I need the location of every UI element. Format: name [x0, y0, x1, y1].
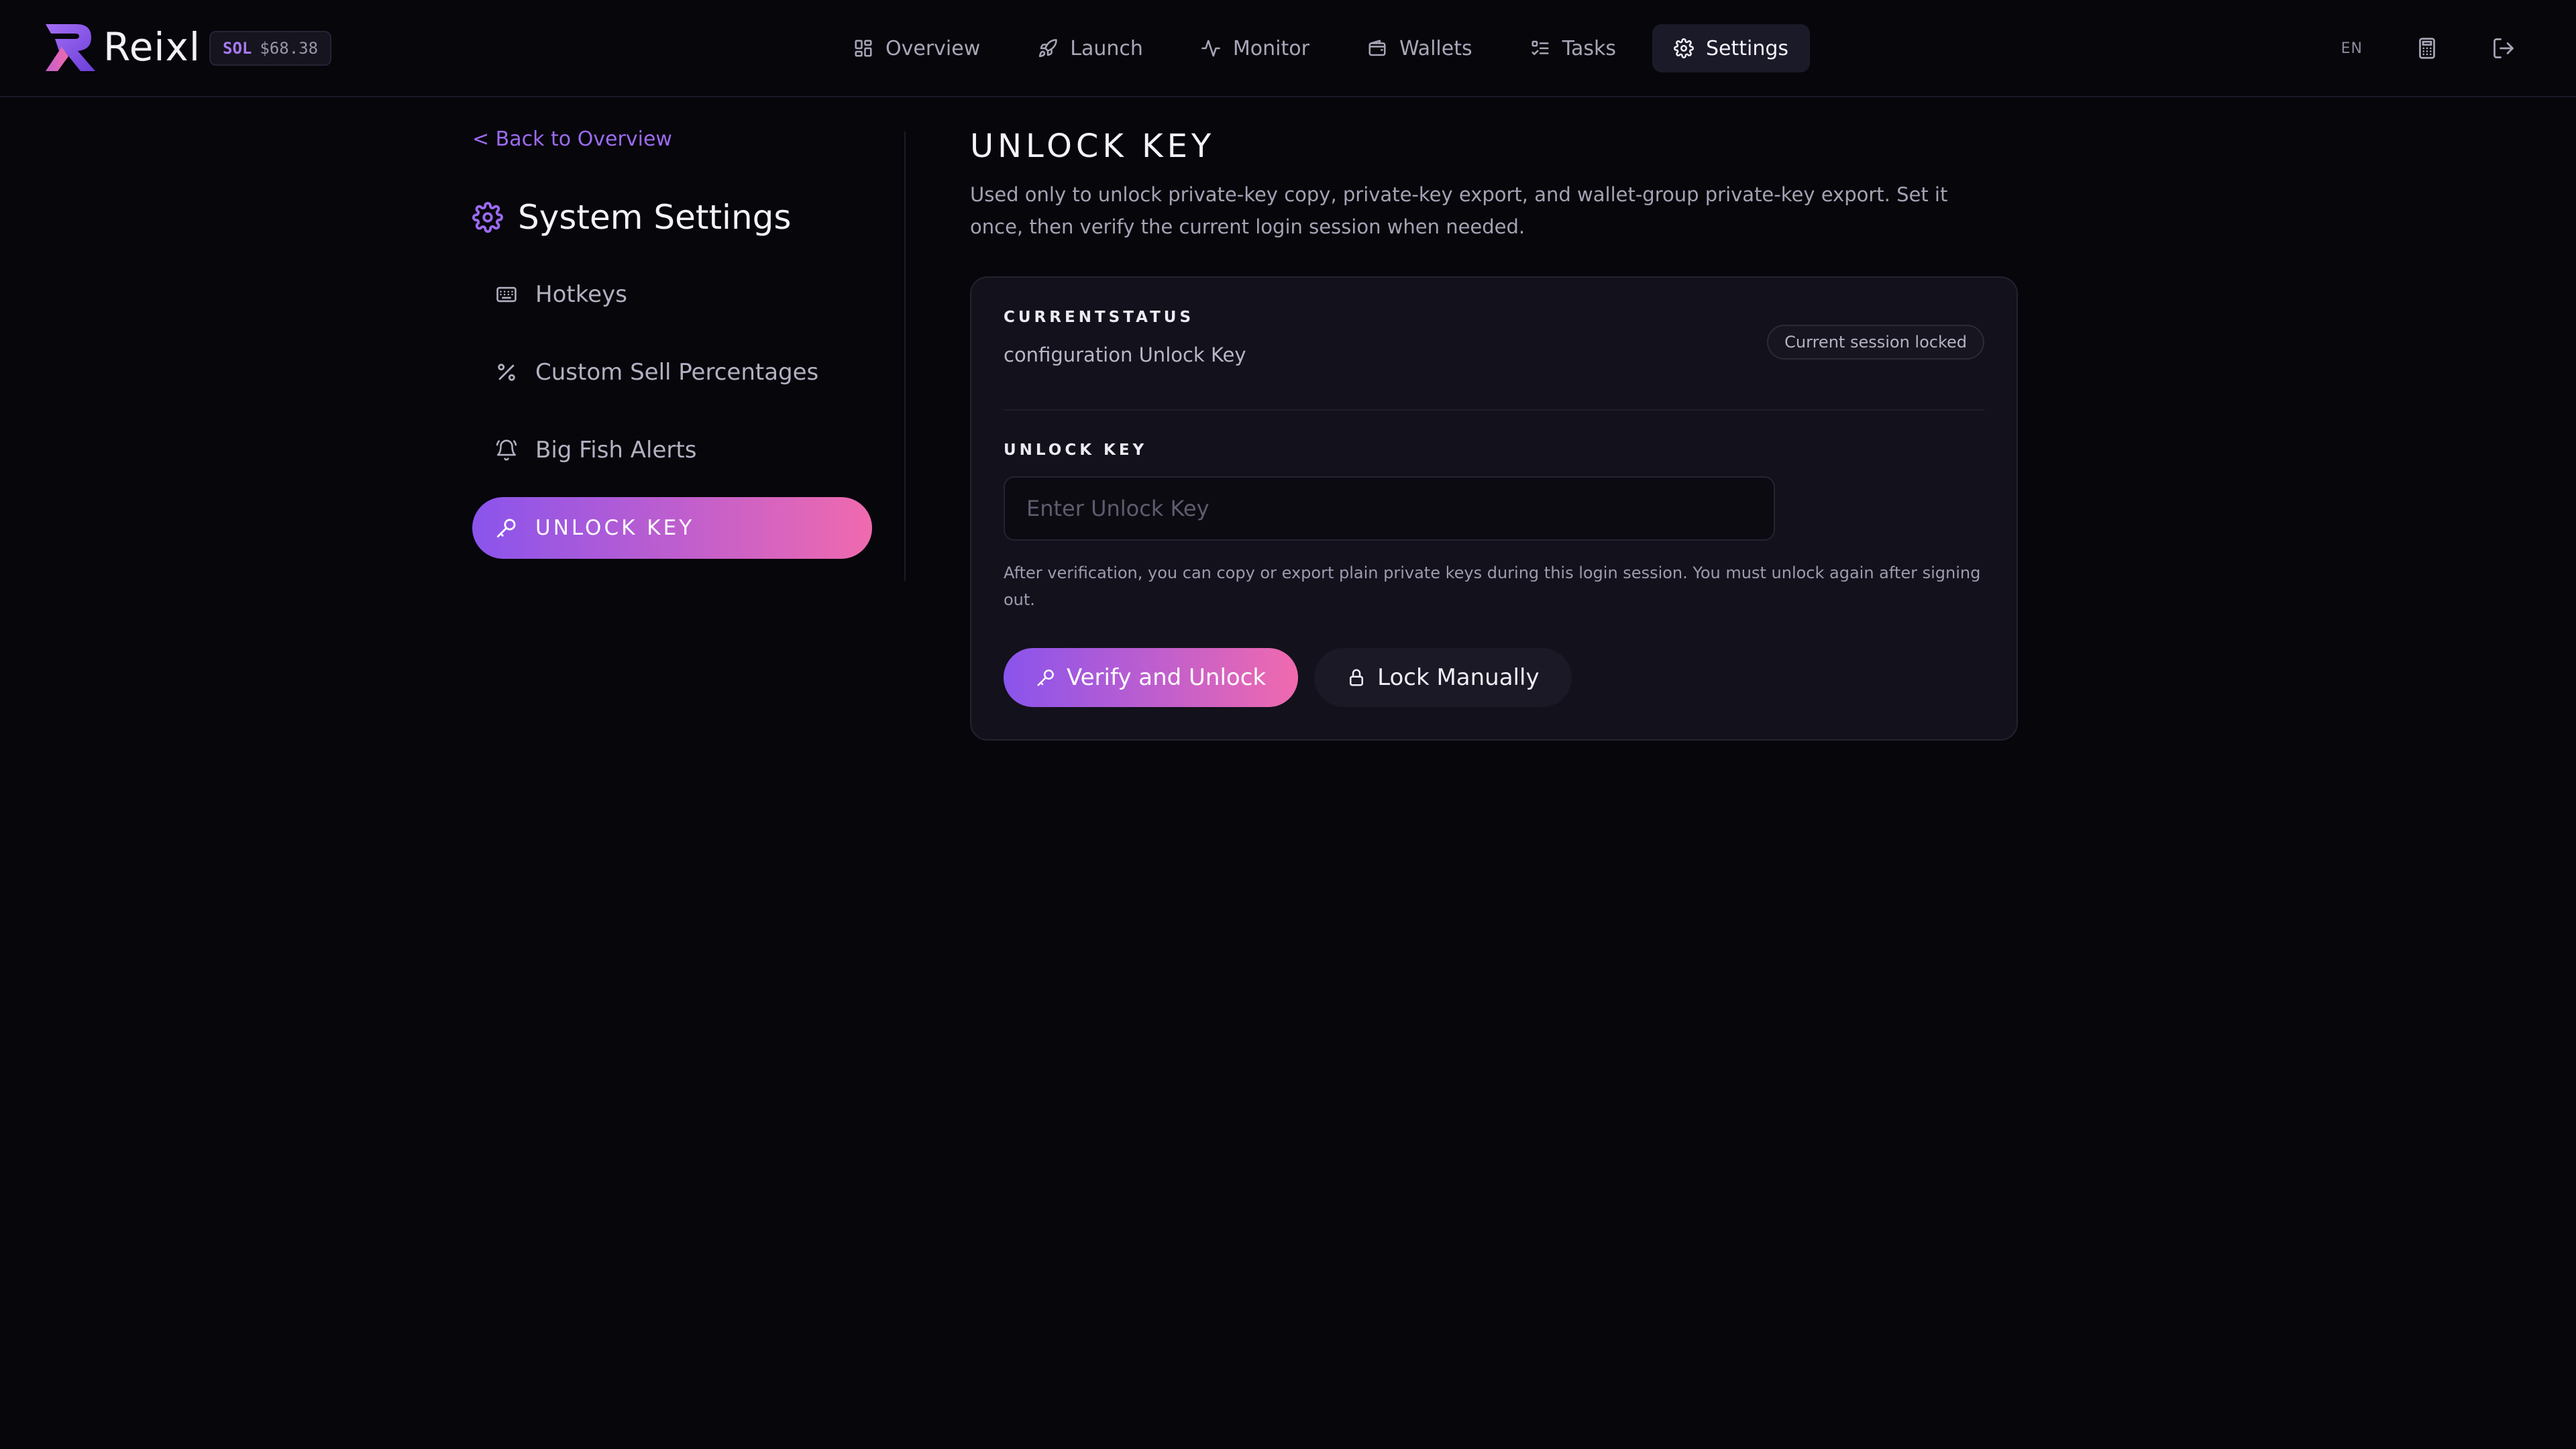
sidebar-item-label: Big Fish Alerts [535, 437, 697, 464]
back-to-overview-link[interactable]: < Back to Overview [472, 127, 672, 151]
unlock-hint-text: After verification, you can copy or expo… [1004, 564, 1981, 609]
unlock-key-field-block: UNLOCK KEY [1004, 441, 1775, 541]
nav-label: Settings [1705, 36, 1789, 60]
list-checks-icon [1532, 40, 1549, 55]
nav-wallets[interactable]: Wallets [1346, 24, 1494, 72]
nav-launch[interactable]: Launch [1016, 24, 1165, 72]
nav-overview[interactable]: Overview [832, 24, 1002, 72]
grid-icon [855, 40, 872, 57]
sidebar-item-label: UNLOCK KEY [535, 516, 695, 540]
nav-monitor[interactable]: Monitor [1179, 24, 1331, 72]
brand-name: Reixl [103, 24, 201, 70]
lock-button-label: Lock Manually [1377, 664, 1540, 691]
sidebar-item-custom-sell-percentages[interactable]: Custom Sell Percentages [472, 341, 872, 403]
nav-label: Launch [1070, 36, 1143, 60]
nav-label: Monitor [1232, 36, 1309, 60]
bell-icon [496, 439, 517, 461]
nav-tasks[interactable]: Tasks [1509, 24, 1638, 72]
gear-icon [472, 202, 503, 233]
key-icon [1037, 669, 1054, 686]
nav-label: Overview [885, 36, 981, 60]
current-status-block: CURRENTSTATUS configuration Unlock Key [1004, 309, 1246, 366]
keyboard-icon [496, 286, 517, 303]
unlock-key-label: UNLOCK KEY [1004, 441, 1148, 459]
ticker-price: $68.38 [260, 39, 319, 58]
unlock-key-card: CURRENTSTATUS configuration Unlock Key C… [970, 276, 2018, 741]
current-status-value: configuration Unlock Key [1004, 343, 1246, 366]
verify-button-label: Verify and Unlock [1067, 664, 1267, 691]
unlock-key-input[interactable] [1004, 476, 1775, 541]
percent-icon [498, 364, 515, 381]
rocket-icon [1039, 39, 1057, 58]
sidebar-item-label: Custom Sell Percentages [535, 359, 819, 386]
key-icon [496, 519, 516, 538]
top-right-actions: EN [2341, 24, 2516, 72]
top-bar: Reixl SOL $68.38 Overview Launch Monitor… [0, 0, 2576, 97]
logo[interactable]: Reixl [42, 20, 201, 74]
vertical-divider [904, 131, 906, 581]
sidebar-item-big-fish-alerts[interactable]: Big Fish Alerts [472, 419, 872, 481]
current-status-label: CURRENTSTATUS [1004, 309, 1195, 326]
page-description: Used only to unlock private-key copy, pr… [970, 183, 1948, 238]
lock-icon [1350, 669, 1364, 686]
settings-sidebar: < Back to Overview System Settings Hotke… [472, 127, 872, 559]
gear-icon [1674, 38, 1694, 58]
sol-price-badge: SOL $68.38 [209, 31, 332, 66]
sidebar-title-text: System Settings [518, 198, 792, 237]
session-status-badge: Current session locked [1767, 325, 1984, 360]
sidebar-item-unlock-key[interactable]: UNLOCK KEY [472, 497, 872, 559]
main-nav: Overview Launch Monitor Wallets Tasks Se… [832, 24, 1811, 72]
sidebar-item-label: Hotkeys [535, 281, 627, 308]
nav-settings[interactable]: Settings [1652, 24, 1811, 72]
language-switch[interactable]: EN [2341, 40, 2363, 57]
activity-icon [1201, 40, 1220, 57]
card-divider [1004, 409, 1984, 411]
sidebar-title: System Settings [472, 198, 872, 237]
nav-label: Tasks [1562, 36, 1616, 60]
calculator-icon[interactable] [2415, 36, 2439, 60]
settings-menu: Hotkeys Custom Sell Percentages Big Fish… [472, 264, 872, 559]
verify-and-unlock-button[interactable]: Verify and Unlock [1004, 648, 1299, 707]
action-buttons: Verify and Unlock Lock Manually [1004, 648, 1572, 707]
ticker-symbol: SOL [223, 39, 252, 58]
wallet-icon [1368, 40, 1386, 56]
page-title: UNLOCK KEY [970, 127, 1216, 165]
main-content: UNLOCK KEY Used only to unlock private-k… [970, 127, 2018, 741]
nav-label: Wallets [1399, 36, 1472, 60]
logo-mark-icon [46, 24, 95, 71]
lock-manually-button[interactable]: Lock Manually [1314, 648, 1572, 707]
sidebar-item-hotkeys[interactable]: Hotkeys [472, 264, 872, 325]
logout-icon[interactable] [2491, 36, 2516, 60]
